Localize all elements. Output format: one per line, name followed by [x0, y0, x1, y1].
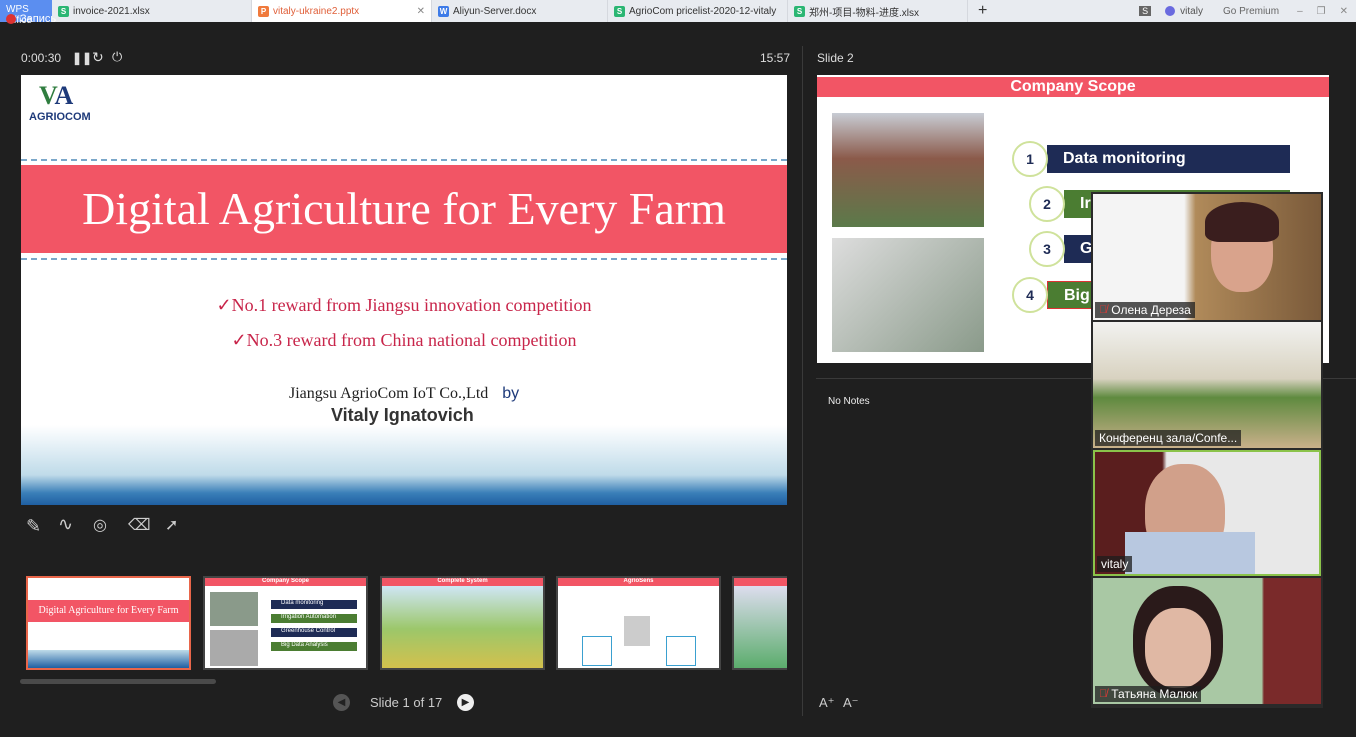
participant-label: 🎙̸ Татьяна Малюк [1095, 686, 1202, 702]
tab-label: 郑州-项目-物料-进度.xlsx [809, 7, 919, 19]
tab-pricelist[interactable]: S AgrioCom pricelist-2020-12-vitaly [608, 0, 788, 22]
restart-icon[interactable]: ↻ [92, 49, 104, 66]
avatar[interactable] [1165, 6, 1176, 16]
curve-icon[interactable]: ∿ [58, 514, 73, 535]
slide-counter: Slide 1 of 17 [370, 695, 443, 710]
building-photo [832, 113, 984, 227]
prev-slide-button[interactable]: ◀ [333, 694, 350, 711]
thumbnail-slide-2[interactable]: Company Scope Data monitoring Irrigation… [203, 576, 368, 670]
increase-font-button[interactable]: A⁺ [819, 695, 835, 711]
recording-label: Запись [20, 13, 57, 25]
speaker-notes: No Notes [828, 396, 870, 407]
video-tile[interactable]: 🎙̸ Татьяна Малюк [1093, 578, 1321, 704]
tab-aliyun[interactable]: W Aliyun-Server.docx [432, 0, 608, 22]
participant-label: Конференц зала/Confe... [1095, 430, 1242, 446]
thumbnail-slide-3[interactable]: Complete System [380, 576, 545, 670]
document-icon: W [438, 5, 449, 17]
record-icon [6, 14, 16, 24]
recording-indicator: Запись [6, 13, 56, 25]
thumbnail-scrollbar[interactable] [20, 679, 216, 684]
minimize-icon[interactable]: – [1297, 6, 1303, 17]
scope-number: 3 [1029, 231, 1065, 267]
pointer-icon[interactable]: ➚ [165, 515, 178, 535]
tab-zhengzhou[interactable]: S 郑州-项目-物料-进度.xlsx [788, 0, 968, 22]
presentation-icon: P [258, 5, 269, 17]
current-slide[interactable]: VA AGRIOCOM Digital Agriculture for Ever… [21, 75, 787, 505]
thumb-title: Complete System [382, 578, 543, 586]
decrease-font-button[interactable]: A⁻ [843, 695, 859, 711]
divider [21, 258, 787, 260]
participant-label: vitaly [1097, 556, 1133, 572]
thumbnail-slide-5[interactable] [732, 576, 787, 670]
pen-icon[interactable]: ✎ [26, 516, 41, 537]
tab-label: AgrioCom pricelist-2020-12-vitaly [629, 5, 777, 17]
devices-photo [832, 238, 984, 352]
new-tab-button[interactable]: + [978, 2, 987, 20]
tab-vitaly-ukraine2[interactable]: Pvitaly-ukraine2.pptx ✕ [252, 0, 432, 22]
thumbnail-slide-4[interactable]: AgrioSens [556, 576, 721, 670]
scope-number: 4 [1012, 277, 1048, 313]
slide-title: Digital Agriculture for Every Farm [21, 165, 787, 253]
scope-number: 2 [1029, 186, 1065, 222]
elapsed-timer: 0:00:30 [21, 51, 62, 65]
next-slide-button[interactable]: ▶ [457, 694, 474, 711]
scope-item: Data monitoring [1047, 145, 1290, 173]
video-tile[interactable]: Конференц зала/Confe... [1093, 322, 1321, 448]
clock: 15:57 [760, 51, 791, 65]
panel-divider[interactable] [802, 46, 803, 716]
go-premium-button[interactable]: Go Premium [1223, 6, 1279, 17]
thumb-title: Company Scope [205, 578, 366, 586]
divider [21, 159, 787, 161]
participant-label: 🎙̸ Олена Дереза [1095, 302, 1195, 318]
spreadsheet-icon: S [614, 5, 625, 17]
thumbnail-slide-1[interactable]: Digital Agriculture for Every Farm [26, 576, 191, 670]
scope-number: 1 [1012, 141, 1048, 177]
eraser-icon[interactable]: ⌫ [128, 515, 151, 535]
author-name: Vitaly Ignatovich [331, 405, 474, 425]
agriocom-logo: VA AGRIOCOM [29, 81, 91, 123]
palette-icon[interactable]: ◎ [93, 515, 107, 535]
thumb-title: AgrioSens [558, 578, 719, 586]
power-icon[interactable]: ⏻ [112, 49, 122, 65]
thumb-title: Digital Agriculture for Every Farm [28, 600, 189, 622]
tab-bar: WPS Office Sinvoice-2021.xlsx Pvitaly-uk… [0, 0, 1356, 26]
video-tile[interactable]: 🎙̸ Олена Дереза [1093, 194, 1321, 320]
close-icon[interactable]: ✕ [417, 6, 425, 17]
user-name[interactable]: vitaly [1180, 6, 1203, 17]
next-slide-label: Slide 2 [817, 51, 854, 65]
account-badge[interactable]: S [1139, 6, 1152, 16]
tab-label: Aliyun-Server.docx [453, 5, 537, 17]
muted-mic-icon: 🎙̸ [1099, 304, 1108, 316]
company-name: Jiangsu AgrioCom IoT Co.,Ltd by [289, 385, 520, 402]
pause-icon[interactable]: ❚❚ [72, 51, 92, 65]
restore-icon[interactable]: ❐ [1317, 6, 1326, 17]
bullet: ✓No.1 reward from Jiangsu innovation com… [216, 295, 592, 315]
bullet: ✓No.3 reward from China national competi… [231, 330, 577, 350]
spreadsheet-icon: S [58, 5, 69, 17]
muted-mic-icon: 🎙̸ [1099, 688, 1108, 700]
spreadsheet-icon: S [794, 5, 805, 17]
tab-invoice[interactable]: Sinvoice-2021.xlsx [52, 0, 252, 22]
tab-label: vitaly-ukraine2.pptx [273, 5, 360, 17]
tab-label: invoice-2021.xlsx [73, 5, 150, 17]
slide2-title: Company Scope [817, 77, 1329, 97]
video-tile-active-speaker[interactable]: vitaly [1093, 450, 1321, 576]
close-window-icon[interactable]: ✕ [1340, 6, 1348, 17]
